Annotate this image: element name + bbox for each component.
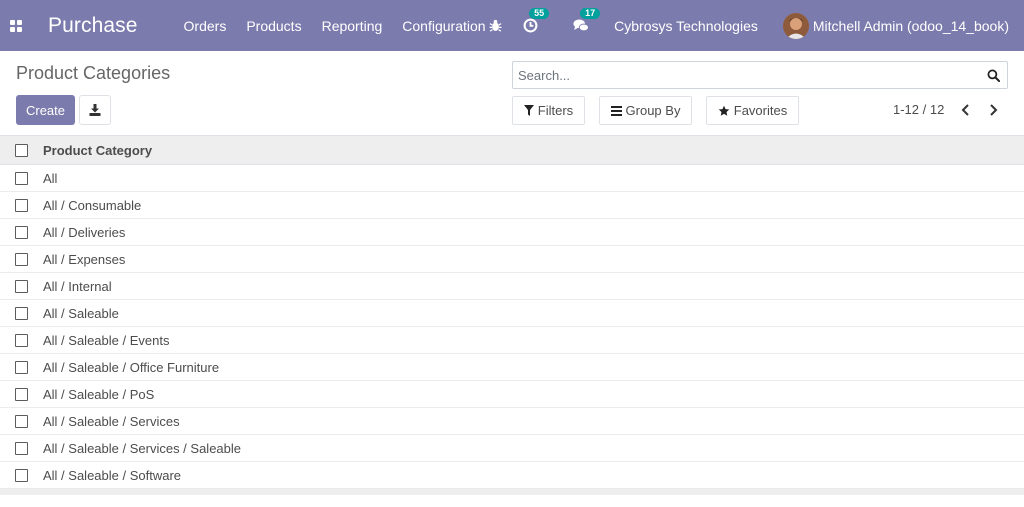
favorites-label: Favorites xyxy=(733,103,788,118)
row-checkbox[interactable] xyxy=(15,333,28,347)
table-row[interactable]: All / Consumable xyxy=(0,192,1024,219)
pager-value[interactable]: 1-12 / 12 xyxy=(893,102,944,117)
row-checkbox[interactable] xyxy=(15,414,28,428)
row-category-name: All / Internal xyxy=(43,278,112,294)
chat-icon xyxy=(573,19,590,32)
column-header-product-category[interactable]: Product Category xyxy=(43,143,152,158)
navbar-systray: 55 17 Cybrosys Technologies Mitchell Adm… xyxy=(487,0,1024,51)
table-row[interactable]: All / Deliveries xyxy=(0,219,1024,246)
page-title: Product Categories xyxy=(16,63,171,83)
export-button[interactable] xyxy=(79,95,111,125)
bug-icon xyxy=(489,19,502,32)
app-name[interactable]: Purchase xyxy=(48,14,138,38)
row-checkbox[interactable] xyxy=(15,387,28,401)
group-by-label: Group By xyxy=(625,103,681,118)
search-input[interactable] xyxy=(513,67,982,83)
row-category-name: All / Saleable / Services / Saleable xyxy=(43,440,241,456)
table-row[interactable]: All / Saleable xyxy=(0,300,1024,327)
apps-grid-icon xyxy=(10,19,22,32)
bars-icon xyxy=(610,105,622,116)
menu-products[interactable]: Products xyxy=(246,18,301,34)
pager-next[interactable] xyxy=(986,102,1000,118)
debug-menu-button[interactable] xyxy=(487,18,503,34)
table-row[interactable]: All / Saleable / Software xyxy=(0,462,1024,489)
row-category-name: All / Consumable xyxy=(43,197,142,213)
table-row[interactable]: All / Internal xyxy=(0,273,1024,300)
row-checkbox[interactable] xyxy=(15,441,28,455)
user-menu[interactable]: Mitchell Admin (odoo_14_book) xyxy=(782,12,1009,39)
row-category-name: All / Saleable / Events xyxy=(43,332,170,348)
menu-configuration[interactable]: Configuration xyxy=(402,18,485,34)
table-row[interactable]: All / Saleable / Events xyxy=(0,327,1024,354)
clock-icon xyxy=(523,18,538,33)
star-icon xyxy=(718,105,730,116)
table-row[interactable]: All / Saleable / Services xyxy=(0,408,1024,435)
table-row[interactable]: All / Saleable / PoS xyxy=(0,381,1024,408)
company-switcher[interactable]: Cybrosys Technologies xyxy=(614,18,758,34)
row-checkbox[interactable] xyxy=(15,360,28,374)
table-row[interactable]: All xyxy=(0,165,1024,192)
filters-label: Filters xyxy=(537,103,574,118)
pager-previous[interactable] xyxy=(958,102,972,118)
row-checkbox[interactable] xyxy=(15,306,28,320)
row-checkbox[interactable] xyxy=(15,252,28,266)
row-category-name: All / Saleable / PoS xyxy=(43,386,155,402)
row-category-name: All / Expenses xyxy=(43,251,126,267)
create-button[interactable]: Create xyxy=(16,95,75,125)
row-checkbox[interactable] xyxy=(15,225,28,239)
filter-icon xyxy=(523,105,534,116)
messages-menu-button[interactable]: 17 xyxy=(572,7,601,35)
table-row[interactable]: All / Expenses xyxy=(0,246,1024,273)
activity-count-badge: 55 xyxy=(529,7,550,19)
chevron-right-icon xyxy=(989,104,997,116)
list-footer xyxy=(0,489,1024,495)
search-icon xyxy=(987,69,1000,82)
chevron-left-icon xyxy=(961,104,969,116)
top-navbar: Purchase Orders Products Reporting Confi… xyxy=(0,0,1024,51)
group-by-button[interactable]: Group By xyxy=(599,96,692,125)
row-category-name: All / Saleable / Software xyxy=(43,467,182,483)
filters-button[interactable]: Filters xyxy=(512,96,585,125)
table-row[interactable]: All / Saleable / Office Furniture xyxy=(0,354,1024,381)
row-category-name: All / Saleable xyxy=(43,305,119,321)
activity-menu-button[interactable]: 55 xyxy=(521,7,550,35)
list-header: Product Category xyxy=(0,135,1024,165)
row-category-name: All / Saleable / Office Furniture xyxy=(43,359,220,375)
menu-orders[interactable]: Orders xyxy=(184,18,227,34)
message-count-badge: 17 xyxy=(580,7,601,19)
search-bar xyxy=(512,61,1008,89)
search-button[interactable] xyxy=(982,64,1004,86)
avatar xyxy=(782,12,809,39)
apps-menu-button[interactable] xyxy=(0,0,32,51)
list-view: Product Category All All / Consumable Al… xyxy=(0,135,1024,495)
user-name: Mitchell Admin (odoo_14_book) xyxy=(812,17,1009,34)
favorites-button[interactable]: Favorites xyxy=(706,96,799,125)
row-category-name: All / Deliveries xyxy=(43,224,126,240)
menu-reporting[interactable]: Reporting xyxy=(322,18,383,34)
select-all-checkbox[interactable] xyxy=(15,143,28,157)
table-row[interactable]: All / Saleable / Services / Saleable xyxy=(0,435,1024,462)
row-category-name: All / Saleable / Services xyxy=(43,413,180,429)
row-checkbox[interactable] xyxy=(15,279,28,293)
row-checkbox[interactable] xyxy=(15,198,28,212)
download-icon xyxy=(89,104,101,116)
row-category-name: All xyxy=(43,170,58,186)
row-checkbox[interactable] xyxy=(15,468,28,482)
row-checkbox[interactable] xyxy=(15,171,28,185)
